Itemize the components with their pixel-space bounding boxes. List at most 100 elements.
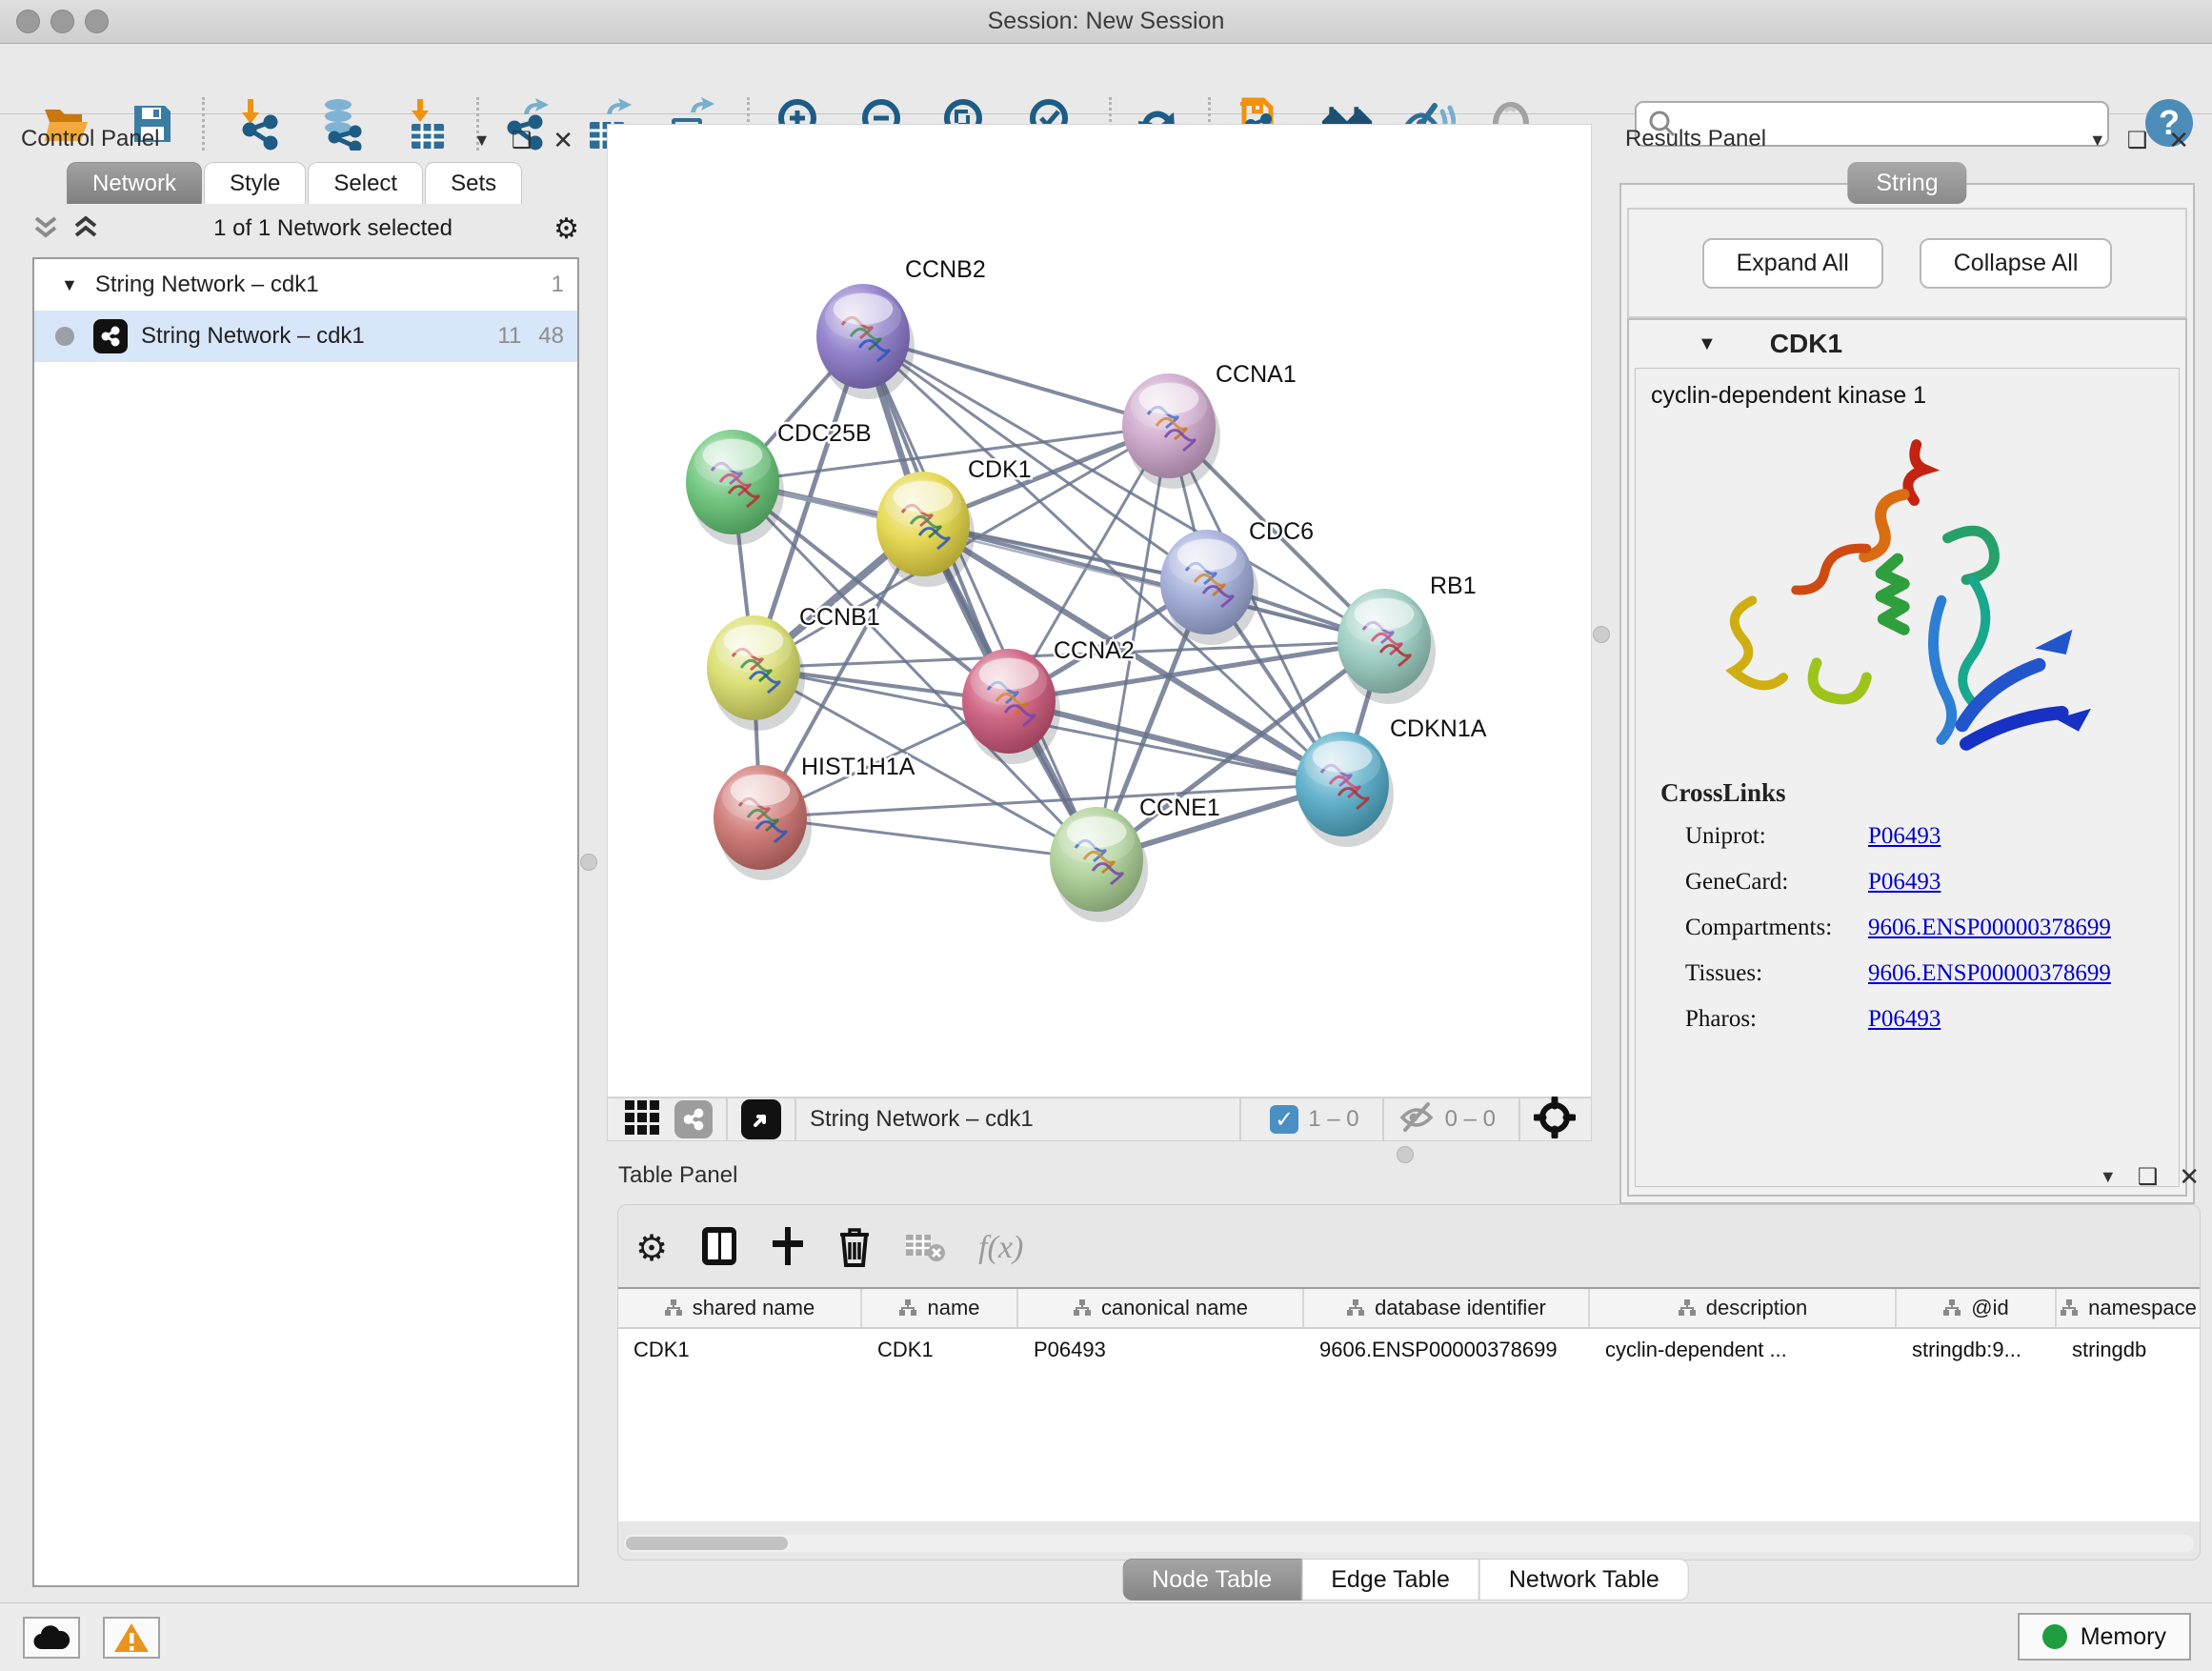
crosslink-link[interactable]: P06493 (1868, 869, 1941, 896)
memory-status-icon (2042, 1624, 2067, 1649)
share-view-icon[interactable] (674, 1100, 713, 1138)
crosslinks-rows: Uniprot:P06493GeneCard:P06493Compartment… (1660, 823, 2156, 1033)
network-node-CCNA1[interactable]: CCNA1 (1122, 361, 1297, 489)
tab-style[interactable]: Style (204, 162, 306, 204)
crosslink-label: Uniprot: (1660, 823, 1868, 850)
table-cell[interactable]: stringdb (2057, 1329, 2200, 1371)
control-panel-title: Control Panel (21, 126, 159, 155)
table-cell[interactable]: cyclin-dependent ... (1590, 1329, 1897, 1371)
node-table-box: ⚙ f(x) shared namenamecanonical namedata… (617, 1204, 2201, 1560)
warning-icon[interactable] (103, 1617, 160, 1659)
selected-checkbox-icon[interactable]: ✓ (1270, 1105, 1298, 1134)
divider (726, 1097, 728, 1141)
tab-node-table[interactable]: Node Table (1122, 1559, 1301, 1601)
network-node-CCNB1[interactable]: CCNB1 (707, 604, 880, 731)
crosslink-link[interactable]: P06493 (1868, 1006, 1941, 1033)
node-label: CCNA1 (1216, 361, 1297, 388)
network-options-gear-icon[interactable]: ⚙ (553, 212, 579, 246)
memory-button[interactable]: Memory (2018, 1613, 2191, 1661)
column-header--id[interactable]: @id (1897, 1289, 2057, 1327)
tab-network-table[interactable]: Network Table (1479, 1559, 1689, 1601)
expand-all-button[interactable]: Expand All (1702, 238, 1883, 289)
column-header-database-identifier[interactable]: database identifier (1304, 1289, 1590, 1327)
table-cell[interactable]: P06493 (1018, 1329, 1304, 1371)
node-label: CDKN1A (1390, 715, 1487, 742)
results-panel-title: Results Panel (1625, 126, 1766, 155)
table-cell[interactable]: 9606.ENSP00000378699 (1304, 1329, 1590, 1371)
collapse-tree-icon[interactable] (72, 212, 99, 246)
add-column-icon[interactable] (771, 1225, 805, 1272)
table-cell[interactable]: CDK1 (862, 1329, 1018, 1371)
network-selected-status: 1 of 1 Network selected (112, 215, 553, 242)
crosshair-icon[interactable] (1534, 1097, 1576, 1143)
tab-string[interactable]: String (1847, 162, 1966, 204)
table-hscrollbar[interactable] (624, 1535, 2194, 1552)
function-builder-icon[interactable]: f(x) (978, 1230, 1023, 1266)
crosslink-link[interactable]: 9606.ENSP00000378699 (1868, 960, 2111, 987)
network-node-CCNB2[interactable]: CCNB2 (816, 256, 986, 399)
network-row[interactable]: String Network – cdk1 11 48 (34, 311, 577, 362)
delete-table-icon[interactable] (904, 1229, 946, 1268)
left-splitter-handle[interactable] (580, 854, 597, 871)
delete-icon[interactable] (837, 1225, 872, 1272)
tab-sets[interactable]: Sets (425, 162, 522, 204)
crosslink-label: Pharos: (1660, 1006, 1868, 1033)
network-node-CDKN1A[interactable]: CDKN1A (1296, 715, 1487, 847)
panel-close-icon[interactable]: ✕ (2179, 1162, 2200, 1192)
panel-collapse-icon[interactable]: ▼ (473, 131, 491, 151)
disclosure-triangle-icon[interactable]: ▼ (61, 275, 78, 295)
right-splitter-handle[interactable] (1593, 626, 1610, 643)
column-header-shared-name[interactable]: shared name (618, 1289, 862, 1327)
divider (1239, 1097, 1241, 1141)
table-cell[interactable]: stringdb:9... (1897, 1329, 2057, 1371)
node-table[interactable]: shared namenamecanonical namedatabase id… (618, 1287, 2200, 1521)
crosslink-row: Tissues:9606.ENSP00000378699 (1660, 960, 2156, 987)
column-type-icon (1346, 1299, 1365, 1318)
column-header-canonical-name[interactable]: canonical name (1018, 1289, 1304, 1327)
table-settings-icon[interactable]: ⚙ (635, 1227, 668, 1270)
columns-icon[interactable] (700, 1225, 738, 1272)
divider (1382, 1097, 1384, 1141)
network-list: ▼ String Network – cdk1 1 String Network… (32, 257, 579, 1587)
column-header-namespace[interactable]: namespace (2057, 1289, 2200, 1327)
network-collection-row[interactable]: ▼ String Network – cdk1 1 (34, 259, 577, 311)
gene-entry: ▼ CDK1 cyclin-dependent kinase 1 (1627, 318, 2187, 1197)
network-node-RB1[interactable]: RB1 (1337, 573, 1477, 704)
panel-float-icon[interactable]: ❑ (2138, 1163, 2159, 1191)
network-canvas[interactable]: CCNB2CCNA1CDC25BCDK1CDC6RB1CCNB1CCNA2CDK… (607, 124, 1592, 1097)
crosslink-link[interactable]: 9606.ENSP00000378699 (1868, 915, 2111, 941)
grid-view-icon[interactable] (625, 1100, 659, 1139)
tab-network[interactable]: Network (67, 162, 202, 204)
network-node-HIST1H1A[interactable]: HIST1H1A (714, 754, 915, 880)
tab-edge-table[interactable]: Edge Table (1301, 1559, 1479, 1601)
node-label: RB1 (1430, 573, 1477, 599)
network-view-toolbar: String Network – cdk1 ✓ 1 – 0 0 – 0 (607, 1097, 1592, 1141)
table-cell[interactable]: CDK1 (618, 1329, 862, 1371)
hidden-eye-icon[interactable] (1398, 1101, 1436, 1138)
network-edge[interactable] (863, 336, 1096, 859)
column-type-icon (664, 1299, 683, 1318)
tab-select[interactable]: Select (308, 162, 423, 204)
network-node-CDC6[interactable]: CDC6 (1160, 518, 1314, 645)
panel-collapse-icon[interactable]: ▼ (2100, 1167, 2117, 1187)
column-header-name[interactable]: name (862, 1289, 1018, 1327)
crosslink-link[interactable]: P06493 (1868, 823, 1941, 850)
divider (1518, 1097, 1520, 1141)
panel-float-icon[interactable]: ❑ (512, 127, 533, 154)
expand-tree-icon[interactable] (32, 212, 59, 246)
network-node-CCNE1[interactable]: CCNE1 (1050, 795, 1220, 922)
panel-collapse-icon[interactable]: ▼ (2089, 131, 2106, 151)
cloud-icon[interactable] (23, 1617, 80, 1659)
column-type-icon (1942, 1299, 1961, 1318)
entry-disclosure-icon[interactable]: ▼ (1698, 333, 1717, 355)
birdseye-icon[interactable] (741, 1099, 781, 1139)
column-header-description[interactable]: description (1590, 1289, 1897, 1327)
collapse-all-button[interactable]: Collapse All (1920, 238, 2113, 289)
network-node-CDC25B[interactable]: CDC25B (686, 420, 872, 545)
panel-close-icon[interactable]: ✕ (2168, 126, 2189, 155)
panel-float-icon[interactable]: ❑ (2127, 127, 2148, 154)
scroll-thumb[interactable] (626, 1537, 788, 1550)
panel-close-icon[interactable]: ✕ (553, 126, 573, 155)
network-node-CDK1[interactable]: CDK1 (876, 456, 1032, 587)
table-row[interactable]: CDK1CDK1P064939606.ENSP00000378699cyclin… (618, 1329, 2200, 1371)
